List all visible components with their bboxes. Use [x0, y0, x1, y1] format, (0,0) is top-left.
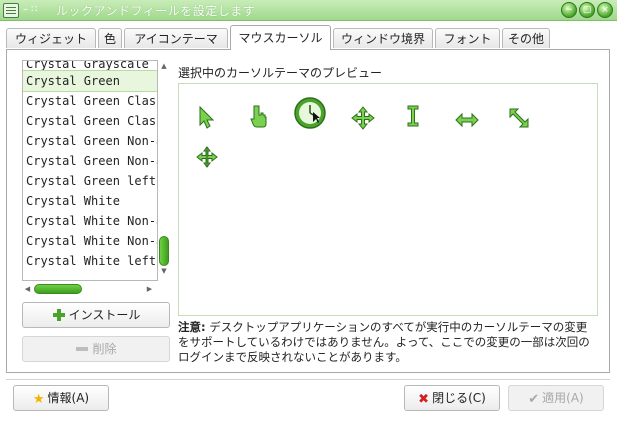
list-item[interactable]: Crystal Grayscale: [23, 61, 157, 71]
list-item[interactable]: Crystal White Non-a: [23, 231, 157, 251]
info-button-label: 情報(A): [47, 391, 90, 405]
tab-icon-theme[interactable]: アイコンテーマ: [124, 28, 228, 48]
tab-font[interactable]: フォント: [435, 28, 500, 48]
arrow-cursor-icon: [199, 105, 215, 129]
list-vertical-scrollbar[interactable]: ▲ ▼: [157, 60, 171, 279]
list-item[interactable]: Crystal Green Non-a: [23, 151, 157, 171]
info-button[interactable]: ★ 情報(A): [13, 385, 109, 411]
hand-cursor-icon: [250, 105, 267, 128]
note-prefix: 注意:: [178, 320, 206, 334]
list-item[interactable]: Crystal White: [23, 191, 157, 211]
apply-button[interactable]: ✔ 適用(A): [508, 385, 604, 411]
cursor-theme-list[interactable]: Crystal Grayscale Crystal Green Crystal …: [22, 60, 158, 281]
close-button[interactable]: ✖ 閉じる(C): [404, 385, 500, 411]
red-x-icon: ✖: [418, 392, 430, 407]
tab-mouse-cursor[interactable]: マウスカーソル: [230, 25, 331, 50]
cursor-preview-area: [178, 83, 598, 316]
split-move-cursor-icon: [196, 146, 218, 168]
minimize-button[interactable]: −: [561, 2, 577, 18]
busy-clock-cursor-icon: [294, 97, 326, 129]
scroll-down-icon[interactable]: ▼: [159, 267, 169, 276]
window-menu-icon[interactable]: [3, 3, 19, 18]
preview-label: 選択中のカーソルテーマのプレビュー: [178, 66, 383, 80]
plus-icon: [52, 305, 66, 329]
scroll-left-icon[interactable]: ◀: [23, 284, 32, 294]
list-item[interactable]: Crystal Green Classic: [23, 91, 157, 111]
title-bar: – ∷ ルックアンドフィールを設定します − ▢ ×: [0, 0, 617, 21]
tab-other[interactable]: その他: [502, 28, 550, 48]
close-window-button[interactable]: ×: [597, 2, 613, 18]
note-text: 注意: デスクトップアプリケーションのすべてが実行中のカーソルテーマの変更をサポ…: [178, 320, 598, 365]
list-item[interactable]: Crystal Green left: [23, 171, 157, 191]
text-ibeam-cursor-icon: [407, 105, 419, 127]
check-icon: ✔: [528, 392, 540, 407]
install-button-label: インストール: [68, 308, 141, 322]
star-icon: ★: [32, 392, 45, 407]
vertical-scroll-thumb[interactable]: [159, 236, 169, 266]
tab-window-border[interactable]: ウィンドウ境界: [333, 28, 433, 48]
list-item[interactable]: Crystal White left: [23, 251, 157, 271]
list-item[interactable]: Crystal Green Non-a: [23, 131, 157, 151]
window-title: ルックアンドフィールを設定します: [56, 4, 256, 18]
delete-button[interactable]: 削除: [22, 336, 170, 362]
list-item[interactable]: Crystal Green Classic: [23, 111, 157, 131]
divider: [6, 379, 610, 380]
horizontal-scroll-thumb[interactable]: [34, 284, 82, 294]
tab-color[interactable]: 色: [98, 28, 122, 48]
list-item-selected[interactable]: Crystal Green: [23, 70, 157, 92]
apply-button-label: 適用(A): [542, 391, 584, 405]
list-horizontal-scrollbar[interactable]: ◀ ▶: [22, 282, 156, 296]
window-controls: − ▢ ×: [559, 1, 613, 18]
resize-horizontal-cursor-icon: [455, 112, 479, 128]
move-cursor-icon: [351, 106, 375, 130]
title-decoration: – ∷: [23, 4, 38, 15]
note-body: デスクトップアプリケーションのすべてが実行中のカーソルテーマの変更をサポートして…: [178, 320, 590, 364]
install-button[interactable]: インストール: [22, 302, 170, 328]
scroll-right-icon[interactable]: ▶: [145, 284, 154, 294]
list-item[interactable]: Crystal White Non-a: [23, 211, 157, 231]
maximize-button[interactable]: ▢: [579, 2, 595, 18]
resize-diagonal-cursor-icon: [509, 108, 529, 128]
tab-widget[interactable]: ウィジェット: [6, 28, 96, 48]
close-button-label: 閉じる(C): [432, 391, 486, 405]
delete-button-label: 削除: [92, 342, 117, 356]
scroll-up-icon[interactable]: ▲: [159, 62, 169, 71]
minus-icon: [75, 339, 89, 363]
